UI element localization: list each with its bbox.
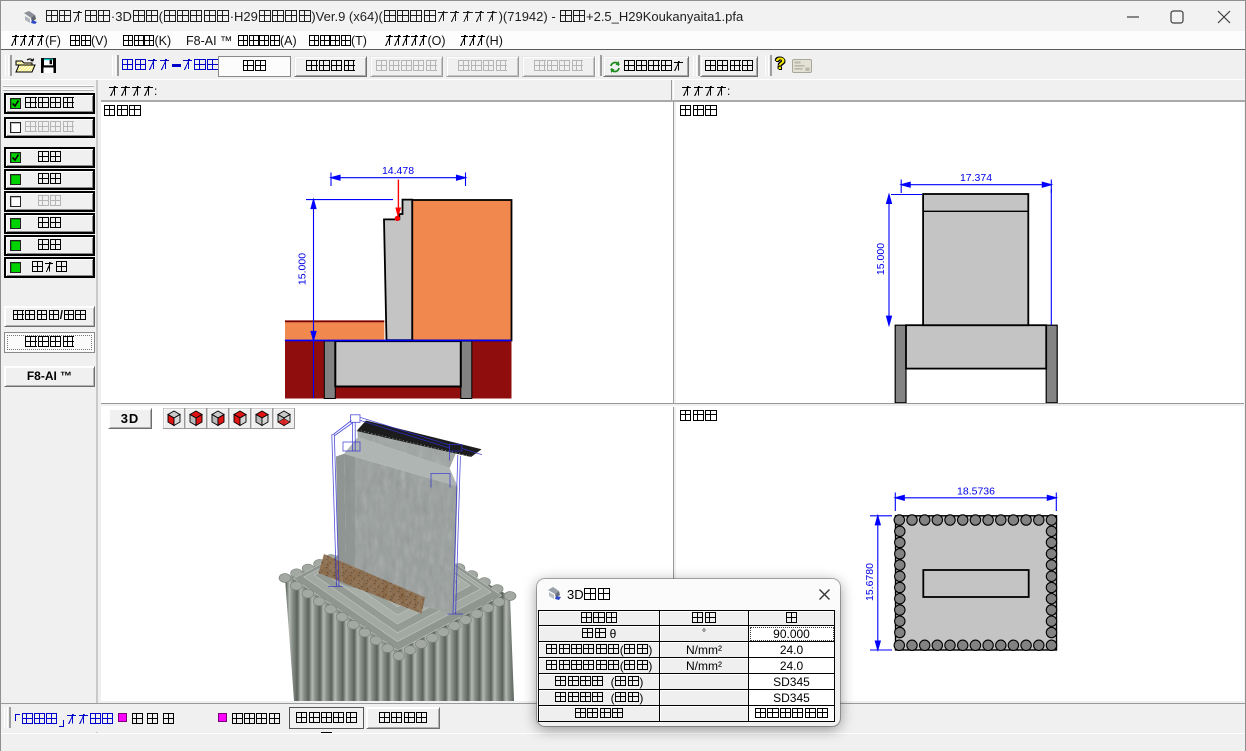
svg-text:15.6780: 15.6780 [864,563,876,601]
svg-text:14.478: 14.478 [382,165,414,177]
svg-text:17.374: 17.374 [960,172,992,184]
svg-text:18.5736: 18.5736 [957,486,995,498]
svg-text:15.000: 15.000 [875,243,887,275]
svg-text:15.000: 15.000 [297,253,309,285]
